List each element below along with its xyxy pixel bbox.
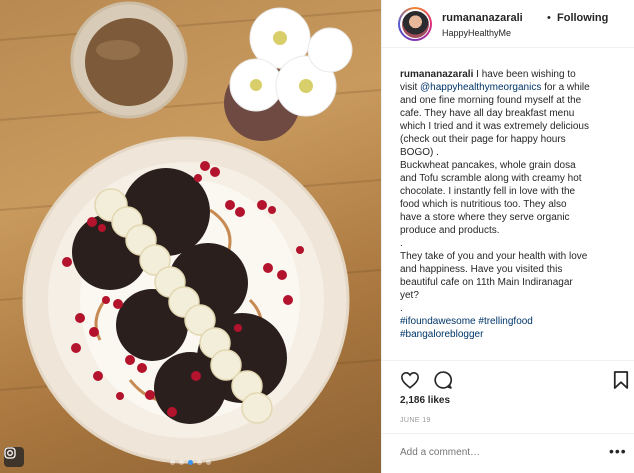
caption-text: produce and products. [400,225,500,236]
plate [22,136,350,464]
more-options-button[interactable]: ••• [609,443,627,459]
caption-line: rumananazarali I have been wishing to [400,68,622,81]
post-caption: rumananazarali I have been wishing to vis… [400,68,622,341]
caption-text: which I tried and it was extremely delic… [400,121,589,132]
carousel-indicator [0,460,381,465]
carousel-dot [188,460,193,465]
caption-line: food which is nutritious too. They also [400,198,622,211]
following-button[interactable]: Following [557,12,608,24]
action-bar [382,360,634,389]
heart-outline-icon[interactable] [399,369,421,391]
comment-bubble-icon[interactable] [432,369,454,391]
caption-line: Buckwheat pancakes, whole grain dosa [400,159,622,172]
carousel-dot [179,460,184,465]
post-sidebar: rumananazarali • Following HappyHealthyM… [381,0,634,473]
post-photo[interactable] [0,0,381,473]
carousel-dot [206,460,211,465]
carousel-dot [197,460,202,465]
caption-line: . [400,237,622,250]
caption-line: chocolate. I instantly fell in love with… [400,185,622,198]
bookmark-icon[interactable] [610,369,632,391]
caption-line: and happiness. Have you visited this [400,263,622,276]
caption-text: food which is nutritious too. They also [400,199,567,210]
caption-text: I have been wishing to [473,69,576,80]
header-separator: • [547,12,551,24]
post-header: rumananazarali • Following HappyHealthyM… [382,0,634,48]
caption-text: yet? [400,290,419,301]
caption-text: and one fine morning found myself at the [400,95,582,106]
caption-line: yet? [400,289,622,302]
caption-text: . [400,238,403,249]
drink-glass [70,1,188,119]
comment-input[interactable] [400,447,590,458]
caption-text: (check out their page for happy hours [400,134,566,145]
caption-line: They take of you and your health with lo… [400,250,622,263]
caption-line: cafe. They have all day breakfast menu [400,107,622,120]
caption-line: and Tofu scramble along with creamy hot [400,172,622,185]
caption-text: have a store where they serve organic [400,212,570,223]
hashtag-link[interactable]: #trellingfood [478,316,532,327]
caption-line: (check out their page for happy hours [400,133,622,146]
caption-line: #ifoundawesome #trellingfood [400,315,622,328]
caption-text: and happiness. Have you visited this [400,264,563,275]
caption-line: beautiful cafe on 11th Main Indiranagar [400,276,622,289]
instagram-logo-icon [4,447,24,467]
caption-text: BOGO) . [400,147,439,158]
caption-text: They take of you and your health with lo… [400,251,588,262]
caption-text: Buckwheat pancakes, whole grain dosa [400,160,576,171]
caption-line: . [400,302,622,315]
caption-text: and Tofu scramble along with creamy hot [400,173,582,184]
caption-text: . [400,303,403,314]
caption-text: cafe. They have all day breakfast menu [400,108,575,119]
caption-line: and one fine morning found myself at the [400,94,622,107]
caption-username-link[interactable]: rumananazarali [400,69,473,80]
caption-line: #bangaloreblogger [400,328,622,341]
caption-line: which I tried and it was extremely delic… [400,120,622,133]
caption-line: have a store where they serve organic [400,211,622,224]
caption-text: for a while [541,82,590,93]
avatar[interactable] [398,7,432,41]
caption-line: produce and products. [400,224,622,237]
location-link[interactable]: HappyHealthyMe [442,28,511,38]
food-photo-illustration [0,1,381,464]
mention-link[interactable]: @happyhealthymeorganics [420,82,541,93]
hashtag-link[interactable]: #ifoundawesome [400,316,476,327]
like-count[interactable]: 2,186 likes [400,395,450,406]
caption-text: chocolate. I instantly fell in love with… [400,186,576,197]
carousel-dot [170,460,175,465]
caption-text: visit [400,82,420,93]
caption-text: beautiful cafe on 11th Main Indiranagar [400,277,573,288]
caption-line: visit @happyhealthymeorganics for a whil… [400,81,622,94]
post-date: JUNE 19 [400,417,431,424]
comment-bar: ••• [382,433,634,473]
username-link[interactable]: rumananazarali [442,12,523,24]
flower-vase [224,7,353,141]
caption-line: BOGO) . [400,146,622,159]
hashtag-link[interactable]: #bangaloreblogger [400,329,483,340]
